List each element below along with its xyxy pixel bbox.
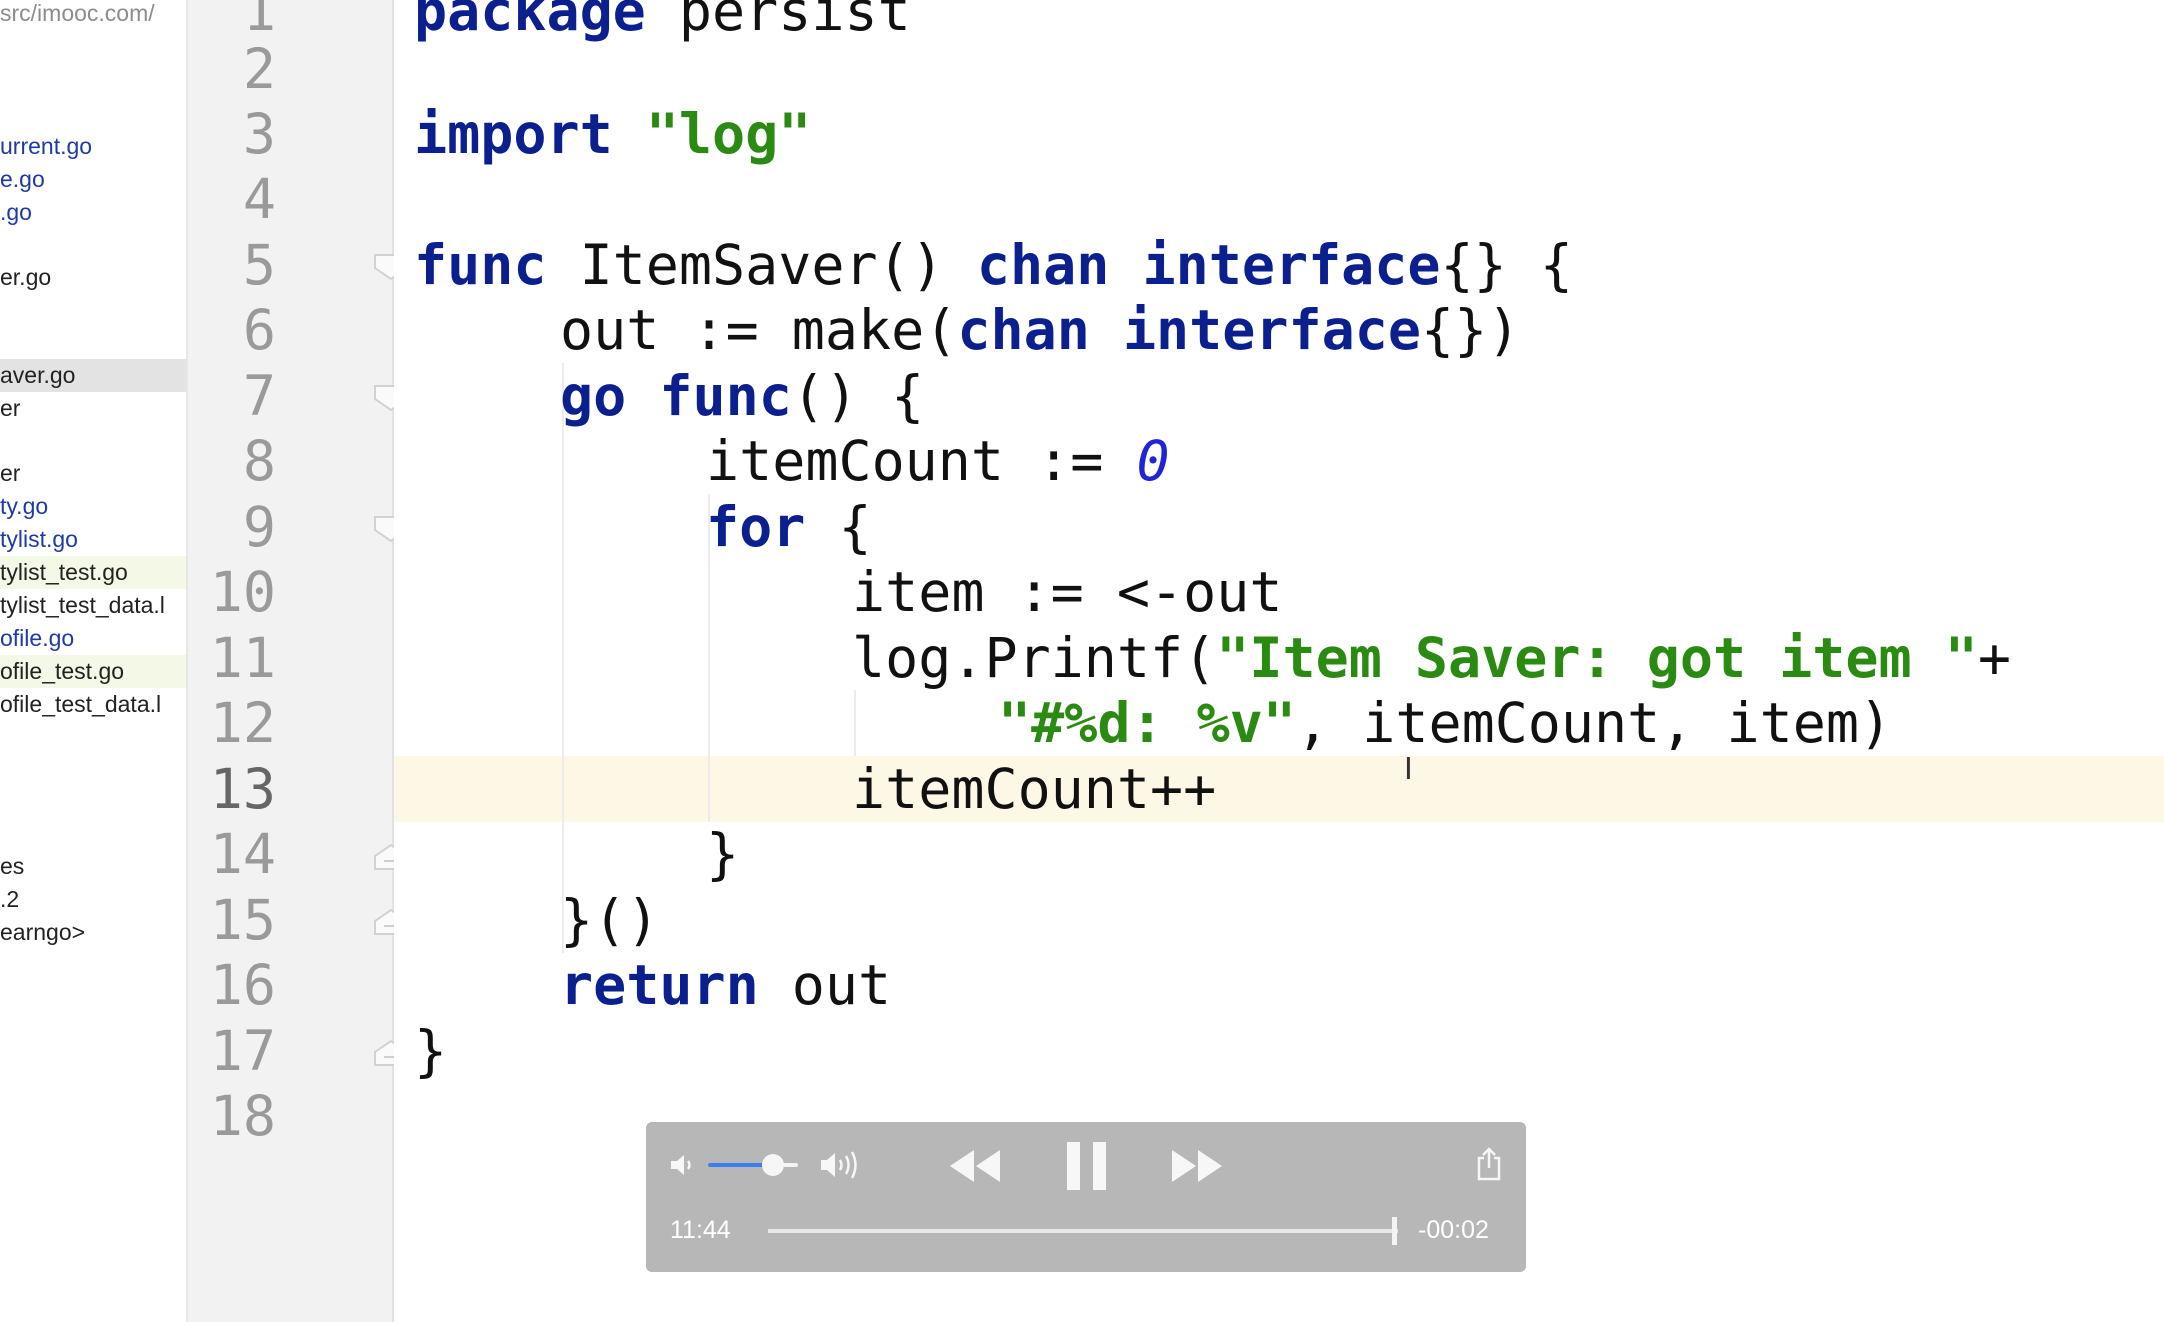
line-number: 11 [209,626,276,690]
code-line-11: log.Printf("Item Saver: got item "+ [852,626,2011,690]
line-number: 10 [209,560,276,624]
share-icon[interactable] [1474,1146,1504,1187]
indent-guide [854,690,856,756]
file-item[interactable]: .go [0,196,186,229]
indent-guide [562,363,564,953]
volume-slider-knob[interactable] [761,1154,784,1176]
file-item[interactable]: ofile.go [0,622,186,655]
line-number: 3 [242,102,276,166]
file-item[interactable]: ofile_test_data.l [0,688,186,721]
remaining-time: -00:02 [1418,1216,1489,1244]
playhead[interactable] [1391,1217,1397,1245]
elapsed-time: 11:44 [670,1216,731,1244]
code-line-6: out := make(chan interface{}) [560,298,1521,362]
code-line-1: package persist [414,0,911,43]
file-item[interactable]: er.go [0,261,186,294]
volume-high-icon[interactable] [818,1148,864,1187]
file-item[interactable]: tylist_test_data.l [0,589,186,622]
line-number: 15 [209,888,276,952]
test-file-item[interactable]: tylist_test.go [0,556,186,589]
code-line-13: itemCount++ [852,757,1217,821]
line-number: 8 [242,429,276,493]
file-item[interactable]: tylist.go [0,523,186,556]
code-line-16: return out [560,953,892,1017]
code-line-3: import "log" [414,102,812,166]
current-line-highlight [394,756,2164,822]
playback-progress-bar[interactable] [768,1217,1398,1245]
folder-item[interactable]: er [0,392,186,425]
volume-slider[interactable] [708,1154,798,1176]
test-file-item[interactable]: ofile_test.go [0,655,186,688]
line-number-current: 13 [209,757,276,821]
rewind-icon[interactable] [948,1146,1002,1191]
code-line-15: }() [560,888,660,952]
code-line-7: go func() { [560,364,925,428]
line-number: 7 [242,364,276,428]
line-number: 12 [209,691,276,755]
line-number: 18 [209,1084,276,1148]
line-number-gutter: 1 2 3 4 5 6 7 8 9 10 11 12 13 14 15 16 1… [188,0,408,1322]
code-line-12: "#%d: %v", itemCount, item) [998,691,1893,755]
line-number: 6 [242,298,276,362]
sidebar-item[interactable]: .2 [0,883,186,916]
file-item[interactable]: ty.go [0,490,186,523]
file-item[interactable]: e.go [0,163,186,196]
code-line-14: } [706,822,740,886]
video-player-controls: 11:44 -00:02 [646,1122,1526,1272]
file-item[interactable]: urrent.go [0,130,186,163]
line-number: 4 [242,167,276,231]
code-line-8: itemCount := 0 [706,429,1170,493]
fast-forward-icon[interactable] [1170,1146,1224,1191]
volume-low-icon[interactable] [668,1150,698,1185]
pause-icon[interactable] [1064,1140,1110,1197]
line-number: 5 [242,233,276,297]
code-line-5: func ItemSaver() chan interface{} { [414,233,1573,297]
line-number: 14 [209,822,276,886]
folder-item[interactable]: er [0,457,186,490]
file-item-selected[interactable]: aver.go [0,359,186,392]
line-number: 2 [242,37,276,101]
mouse-ibeam-cursor-icon: Ⅰ [1404,752,1413,787]
project-path: src/imooc.com/ [0,0,155,26]
sidebar-item[interactable]: es [0,850,186,883]
code-line-10: item := <-out [852,560,1283,624]
line-number: 9 [242,495,276,559]
line-number: 16 [209,953,276,1017]
code-line-9: for { [706,495,872,559]
sidebar-item[interactable]: earngo> [0,916,186,949]
code-line-17: } [414,1019,448,1083]
line-number: 17 [209,1019,276,1083]
project-sidebar: src/imooc.com/ urrent.go e.go .go er.go … [0,0,188,1322]
